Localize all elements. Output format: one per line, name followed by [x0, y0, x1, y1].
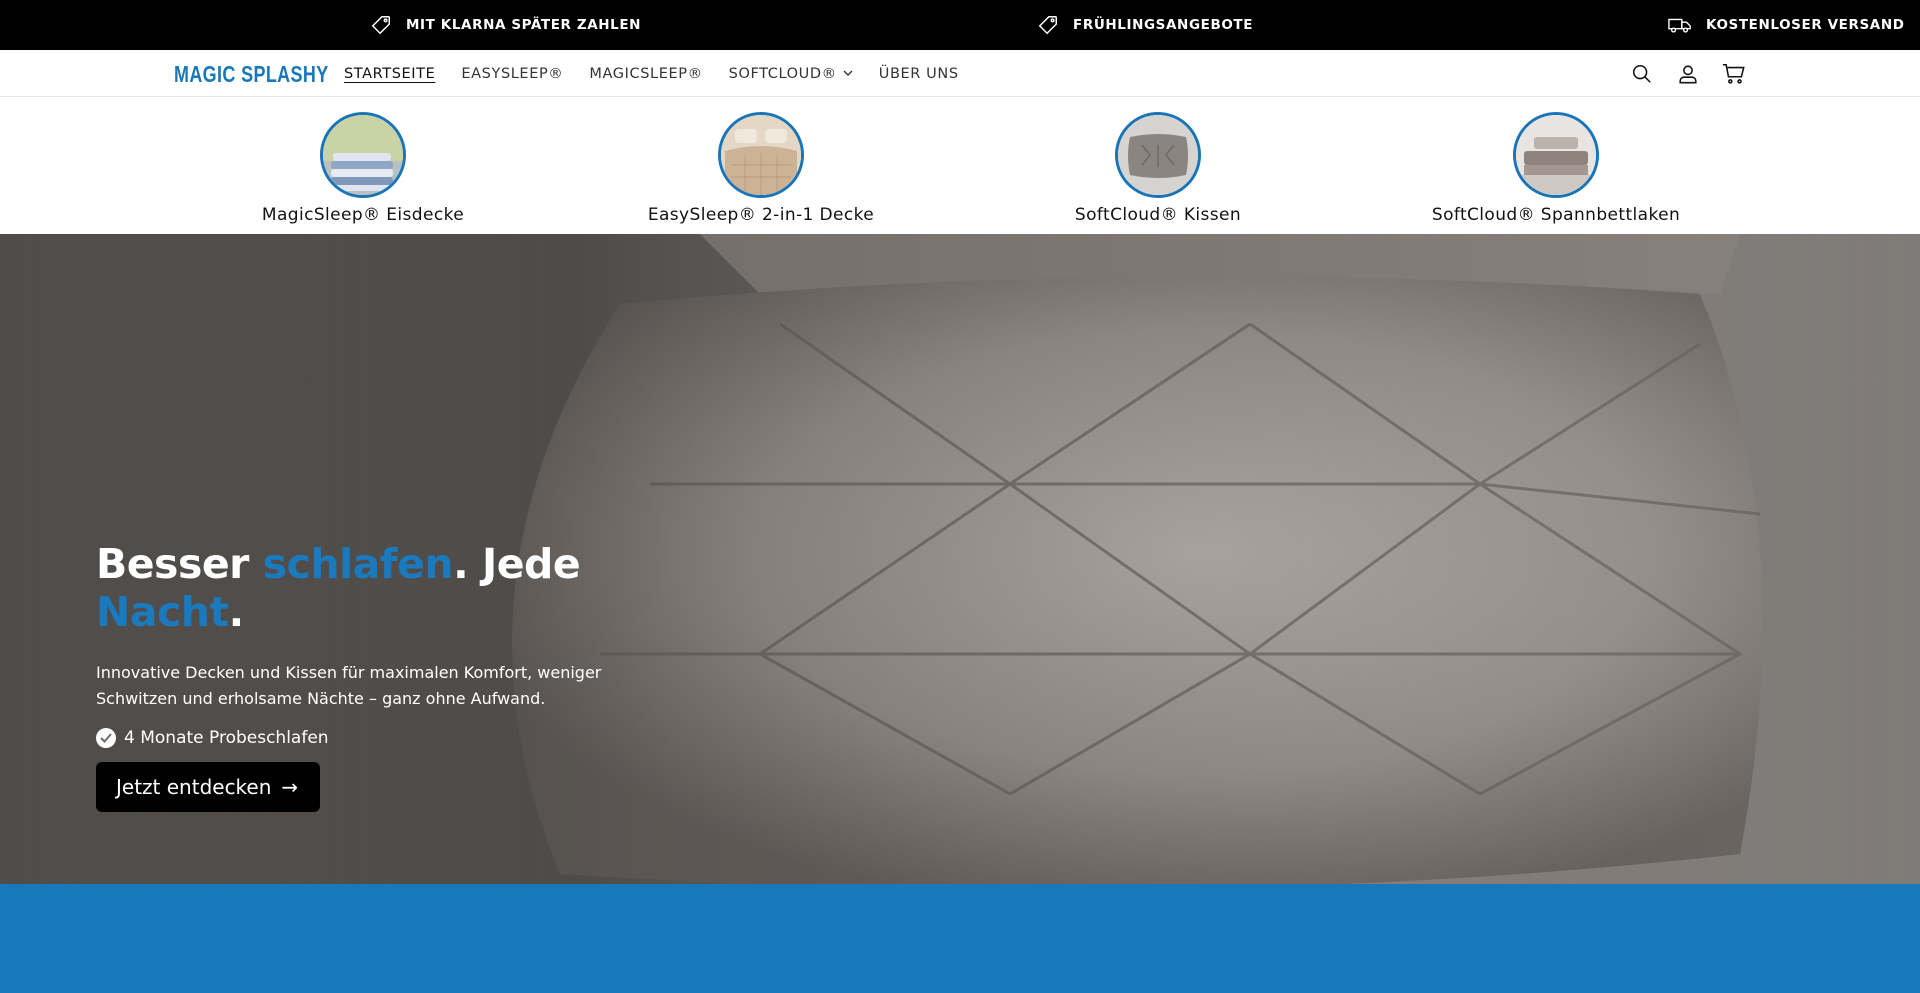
announcement-bar: MIT KLARNA SPÄTER ZAHLEN FRÜHLINGSANGEBO…: [0, 0, 1920, 50]
discover-now-button[interactable]: Jetzt entdecken →: [96, 762, 321, 812]
truck-icon: [1668, 18, 1691, 33]
nav-item-ueber-uns[interactable]: ÜBER UNS: [879, 66, 959, 82]
category-label: SoftCloud® Kissen: [1074, 205, 1242, 225]
hero-content: Besser schlafen. Jede Nacht. Innovative …: [96, 540, 696, 812]
announcement-klarna[interactable]: MIT KLARNA SPÄTER ZAHLEN: [370, 0, 641, 50]
account-icon[interactable]: [1676, 62, 1700, 86]
category-label: SoftCloud® Spannbettlaken: [1431, 205, 1681, 225]
category-label: MagicSleep® Eisdecke: [261, 205, 465, 225]
main-nav: STARTSEITE EASYSLEEP® MAGICSLEEP® SOFTCL…: [344, 50, 959, 97]
cta-label: Jetzt entdecken: [116, 775, 272, 799]
check-circle-icon: [96, 728, 116, 748]
tag-icon: [1038, 16, 1057, 35]
blue-section-band: [0, 884, 1920, 993]
site-header: MAGIC SPLASHY STARTSEITE EASYSLEEP® MAGI…: [0, 50, 1920, 97]
hero-feature-text: 4 Monate Probeschlafen: [124, 728, 329, 748]
nav-item-magicsleep[interactable]: MAGICSLEEP®: [589, 66, 702, 82]
category-strip: MagicSleep® Eisdecke EasySleep® 2-in-1 D…: [0, 98, 1920, 234]
announcement-free-shipping[interactable]: KOSTENLOSER VERSAND: [1668, 0, 1905, 50]
chevron-down-icon: [843, 70, 853, 76]
announcement-text: MIT KLARNA SPÄTER ZAHLEN: [406, 17, 642, 33]
announcement-text: FRÜHLINGSANGEBOTE: [1073, 17, 1254, 33]
category-image: [320, 112, 406, 198]
announcement-text: KOSTENLOSER VERSAND: [1706, 17, 1905, 33]
category-softcloud-spannbettlaken[interactable]: SoftCloud® Spannbettlaken: [1396, 112, 1716, 225]
category-magicsleep-eisdecke[interactable]: MagicSleep® Eisdecke: [203, 112, 523, 225]
category-image: [718, 112, 804, 198]
hero-title: Besser schlafen. Jede Nacht.: [96, 540, 581, 636]
hero-subtitle: Innovative Decken und Kissen für maximal…: [96, 663, 602, 708]
nav-item-easysleep[interactable]: EASYSLEEP®: [461, 66, 563, 82]
nav-item-softcloud[interactable]: SOFTCLOUD®: [729, 66, 853, 82]
nav-item-startseite[interactable]: STARTSEITE: [344, 66, 435, 82]
announcement-spring-offers[interactable]: FRÜHLINGSANGEBOTE: [1037, 0, 1253, 50]
category-image: [1115, 112, 1201, 198]
arrow-right-icon: →: [281, 775, 299, 799]
category-image: [1513, 112, 1599, 198]
category-softcloud-kissen[interactable]: SoftCloud® Kissen: [998, 112, 1318, 225]
category-easysleep-decke[interactable]: EasySleep® 2-in-1 Decke: [601, 112, 921, 225]
search-icon[interactable]: [1630, 62, 1654, 86]
logo[interactable]: MAGIC SPLASHY: [174, 60, 329, 88]
hero-feature-trial: 4 Monate Probeschlafen: [96, 728, 696, 748]
hero-banner: Besser schlafen. Jede Nacht. Innovative …: [0, 234, 1920, 884]
cart-icon[interactable]: [1722, 62, 1746, 86]
tag-icon: [371, 16, 390, 35]
category-label: EasySleep® 2-in-1 Decke: [647, 205, 875, 225]
header-icons: [1630, 50, 1746, 97]
